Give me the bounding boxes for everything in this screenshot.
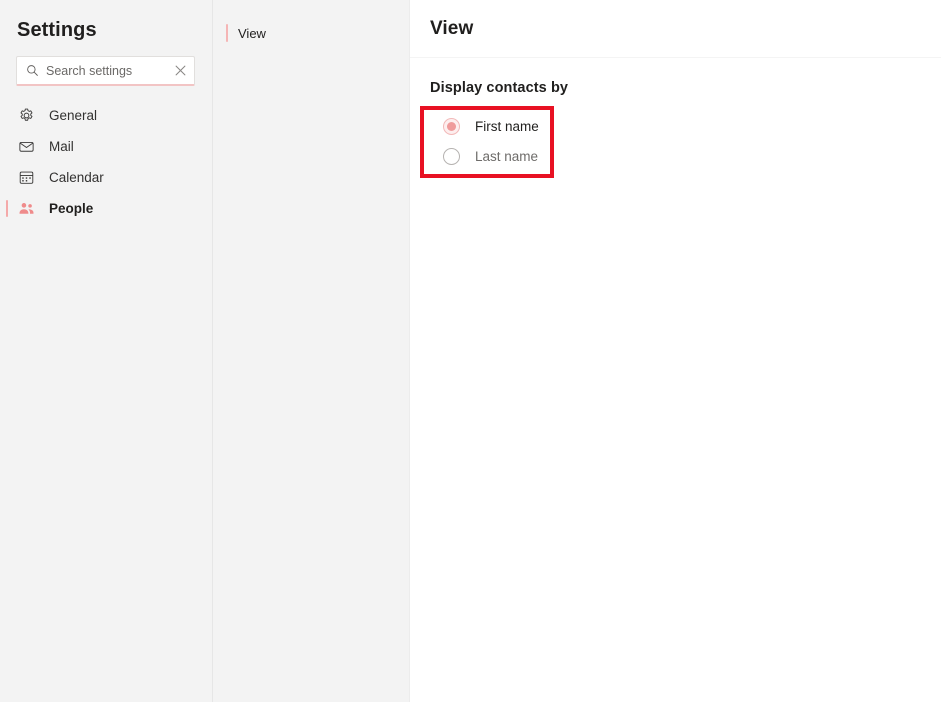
sidebar-item-label: General (49, 108, 98, 123)
calendar-icon (17, 169, 35, 187)
sidebar-item-people[interactable]: People (0, 193, 212, 224)
subnav-item-label: View (238, 25, 266, 41)
settings-nav-list: General Mail Calendar People (0, 100, 212, 224)
people-icon (17, 200, 35, 218)
search-settings-box[interactable] (16, 56, 195, 86)
search-input[interactable] (39, 63, 173, 78)
sidebar-item-calendar[interactable]: Calendar (0, 162, 212, 193)
envelope-icon (17, 138, 35, 156)
radio-option-first-name[interactable]: First name (443, 111, 941, 141)
sidebar-item-mail[interactable]: Mail (0, 131, 212, 162)
sidebar-item-general[interactable]: General (0, 100, 212, 131)
radio-option-last-name[interactable]: Last name (443, 141, 941, 171)
gear-icon (17, 107, 35, 125)
radio-unselected-icon (443, 147, 460, 165)
settings-window: Settings Search settings General Mail Ca… (0, 0, 941, 702)
search-icon (26, 64, 39, 77)
radio-option-label: Last name (475, 148, 539, 164)
detail-title: View (430, 17, 474, 39)
sidebar-item-label: People (49, 201, 94, 216)
section-heading: Display contacts by (430, 80, 569, 96)
display-contacts-radio-group: First name Last name (430, 111, 941, 171)
display-contacts-section: Display contacts by First name Last name (410, 58, 941, 171)
subnav-sidebar: View (213, 0, 410, 702)
settings-sidebar: Settings Search settings General Mail Ca… (0, 0, 213, 702)
detail-header: View (410, 0, 941, 58)
page-title: Settings (17, 19, 97, 41)
sidebar-item-label: Mail (49, 139, 74, 154)
sidebar-item-label: Calendar (49, 170, 104, 185)
detail-panel: View Display contacts by First name Last… (410, 0, 941, 702)
close-icon[interactable] (173, 64, 187, 78)
subnav-item-view[interactable]: View (213, 18, 409, 48)
radio-selected-icon (443, 117, 460, 135)
radio-option-label: First name (475, 118, 539, 134)
